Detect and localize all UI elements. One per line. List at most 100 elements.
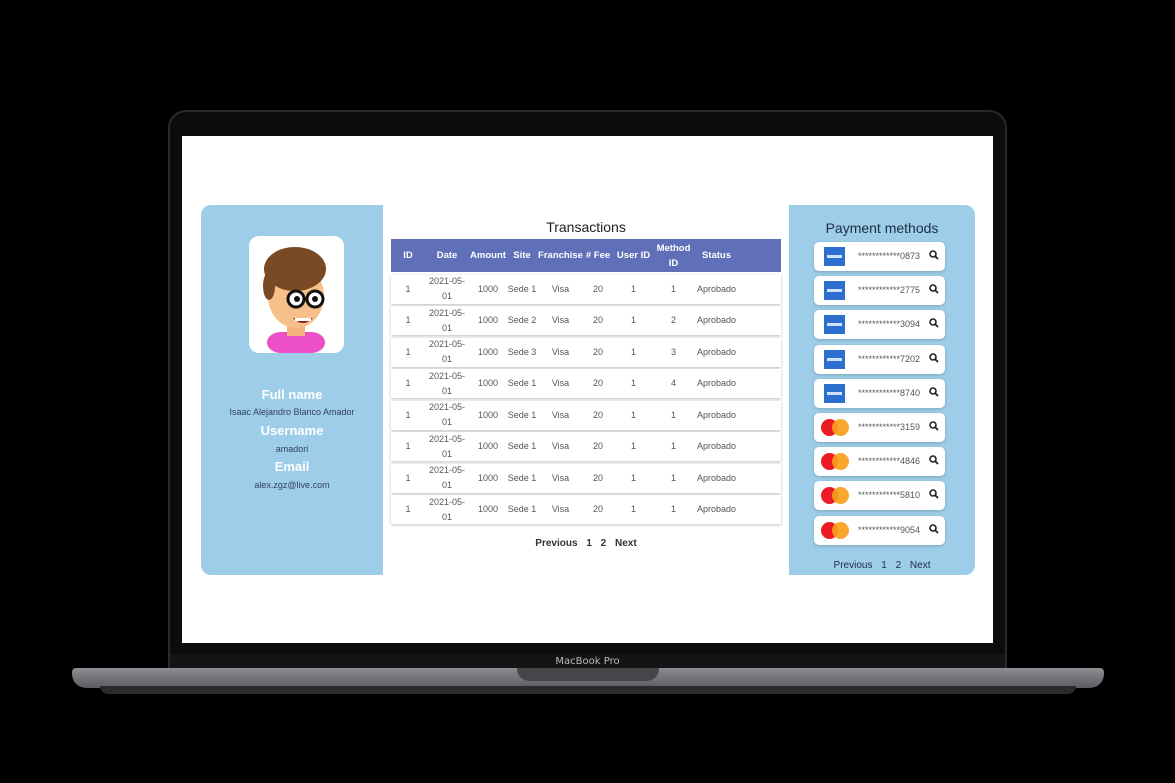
payment-card[interactable]: ************3159 bbox=[814, 413, 945, 442]
table-cell: Aprobado bbox=[696, 504, 737, 514]
table-cell: 20 bbox=[592, 283, 603, 294]
table-cell: 20 bbox=[592, 472, 603, 483]
card-number: ************3159 bbox=[858, 422, 921, 432]
table-cell: 2021-05-01 bbox=[428, 402, 466, 427]
table-cell: Sede 1 bbox=[507, 504, 537, 514]
payment-methods-pager: Previous 1 2 Next bbox=[789, 560, 975, 571]
payment-card[interactable]: ************9054 bbox=[814, 515, 945, 545]
page-2-button[interactable]: 2 bbox=[896, 560, 902, 571]
table-cell: 1000 bbox=[477, 504, 499, 514]
amex-icon bbox=[824, 315, 845, 335]
table-cell: 20 bbox=[592, 409, 603, 420]
payment-card[interactable]: ************2775 bbox=[814, 276, 945, 306]
column-header[interactable]: # Fee bbox=[584, 248, 612, 263]
payment-card[interactable]: ************8740 bbox=[814, 378, 945, 408]
search-icon[interactable] bbox=[929, 421, 939, 431]
fullname-label: Full name bbox=[261, 387, 323, 402]
table-cell: Aprobado bbox=[696, 315, 737, 325]
transactions-pager: Previous 1 2 Next bbox=[383, 538, 789, 549]
table-cell: Sede 1 bbox=[507, 472, 537, 483]
amex-icon bbox=[824, 281, 845, 301]
next-button[interactable]: Next bbox=[615, 538, 637, 549]
column-header[interactable]: ID bbox=[391, 248, 425, 263]
page-2-button[interactable]: 2 bbox=[601, 538, 607, 549]
payment-card[interactable]: ************3094 bbox=[814, 310, 945, 340]
column-header[interactable]: Site bbox=[507, 248, 537, 263]
column-header[interactable]: User ID bbox=[612, 248, 655, 263]
table-cell: 1 bbox=[630, 378, 636, 388]
table-row[interactable]: 1 2021-05-01 1000 Sede 1 Visa 20 1 4 Aprobado bbox=[391, 369, 781, 398]
table-cell: 1000 bbox=[477, 472, 499, 483]
table-cell: 2021-05-01 bbox=[428, 307, 466, 333]
search-icon[interactable] bbox=[929, 352, 939, 363]
page-1-button[interactable]: 1 bbox=[586, 538, 592, 549]
table-cell: 2021-05-01 bbox=[428, 339, 466, 364]
search-icon[interactable] bbox=[929, 250, 939, 260]
card-number: ************7202 bbox=[858, 353, 921, 364]
laptop-base-edge bbox=[100, 686, 1076, 694]
table-cell: Sede 1 bbox=[507, 378, 537, 388]
search-icon[interactable] bbox=[929, 318, 939, 329]
table-cell: 1000 bbox=[477, 283, 499, 294]
search-icon[interactable] bbox=[929, 455, 939, 465]
payment-card[interactable]: ************5810 bbox=[814, 481, 945, 511]
table-row[interactable]: 1 2021-05-01 1000 Sede 1 Visa 20 1 1 Aprobado bbox=[391, 274, 781, 304]
card-number: ************9054 bbox=[858, 524, 921, 535]
payment-card[interactable]: ************7202 bbox=[814, 344, 945, 374]
table-cell: 2021-05-01 bbox=[428, 433, 466, 459]
table-cell: 2 bbox=[670, 315, 676, 325]
avatar bbox=[249, 236, 344, 353]
table-row[interactable]: 1 2021-05-01 1000 Sede 2 Visa 20 1 2 Aprobado bbox=[391, 306, 781, 335]
transactions-table: ID Date Amount Site Franchise # Fee User… bbox=[391, 239, 781, 524]
payment-card[interactable]: ************4846 bbox=[814, 447, 945, 477]
table-cell: Sede 1 bbox=[507, 409, 537, 420]
email-label: Email bbox=[274, 459, 310, 474]
table-cell: 1 bbox=[630, 315, 636, 325]
table-row[interactable]: 1 2021-05-01 1000 Sede 1 Visa 20 1 1 Aprobado bbox=[391, 463, 781, 493]
table-cell: 1 bbox=[670, 504, 676, 514]
column-header[interactable]: Method ID bbox=[655, 241, 692, 271]
search-icon[interactable] bbox=[929, 386, 939, 397]
table-cell: 1 bbox=[670, 409, 676, 420]
column-header[interactable]: Amount bbox=[469, 248, 507, 263]
table-cell: 1 bbox=[630, 409, 636, 420]
table-cell: Aprobado bbox=[696, 378, 737, 388]
table-row[interactable]: 1 2021-05-01 1000 Sede 1 Visa 20 1 1 Aprobado bbox=[391, 495, 781, 524]
payment-card[interactable]: ************0873 bbox=[814, 242, 945, 271]
table-row[interactable]: 1 2021-05-01 1000 Sede 1 Visa 20 1 1 Aprobado bbox=[391, 432, 781, 461]
search-icon[interactable] bbox=[929, 284, 939, 294]
table-cell: 20 bbox=[592, 504, 603, 514]
table-cell: Sede 1 bbox=[507, 283, 537, 294]
table-cell: 1 bbox=[670, 283, 676, 294]
table-cell: 1 bbox=[630, 283, 636, 294]
search-icon[interactable] bbox=[929, 523, 939, 534]
table-cell: Visa bbox=[551, 315, 570, 325]
amex-icon bbox=[824, 349, 845, 369]
previous-button[interactable]: Previous bbox=[834, 560, 873, 571]
table-body: 1 2021-05-01 1000 Sede 1 Visa 20 1 1 Aprobado 1 20… bbox=[391, 274, 781, 524]
table-cell: Sede 3 bbox=[507, 346, 537, 357]
table-cell: 1000 bbox=[477, 441, 499, 451]
next-button[interactable]: Next bbox=[910, 560, 931, 571]
search-icon[interactable] bbox=[929, 489, 939, 500]
previous-button[interactable]: Previous bbox=[535, 538, 577, 549]
transactions-title: Transactions bbox=[546, 219, 626, 235]
table-cell: Aprobado bbox=[696, 441, 737, 451]
table-row[interactable]: 1 2021-05-01 1000 Sede 1 Visa 20 1 1 Aprobado bbox=[391, 400, 781, 430]
username-label: Username bbox=[260, 423, 324, 438]
table-cell: Visa bbox=[551, 378, 570, 388]
table-cell: Visa bbox=[551, 472, 570, 483]
table-cell: Visa bbox=[551, 504, 570, 514]
table-cell: 2021-05-01 bbox=[428, 276, 466, 301]
table-cell: 20 bbox=[592, 315, 603, 325]
amex-icon bbox=[824, 383, 845, 403]
table-cell: 1000 bbox=[477, 378, 499, 388]
page-1-button[interactable]: 1 bbox=[881, 560, 887, 571]
column-header[interactable]: Status bbox=[692, 248, 741, 263]
column-header[interactable]: Franchise bbox=[537, 248, 584, 263]
table-cell: 1000 bbox=[477, 409, 499, 420]
table-cell: 20 bbox=[592, 441, 603, 451]
table-row[interactable]: 1 2021-05-01 1000 Sede 3 Visa 20 1 3 Aprobado bbox=[391, 337, 781, 367]
column-header[interactable]: Date bbox=[425, 248, 469, 263]
card-number: ************5810 bbox=[858, 490, 921, 501]
